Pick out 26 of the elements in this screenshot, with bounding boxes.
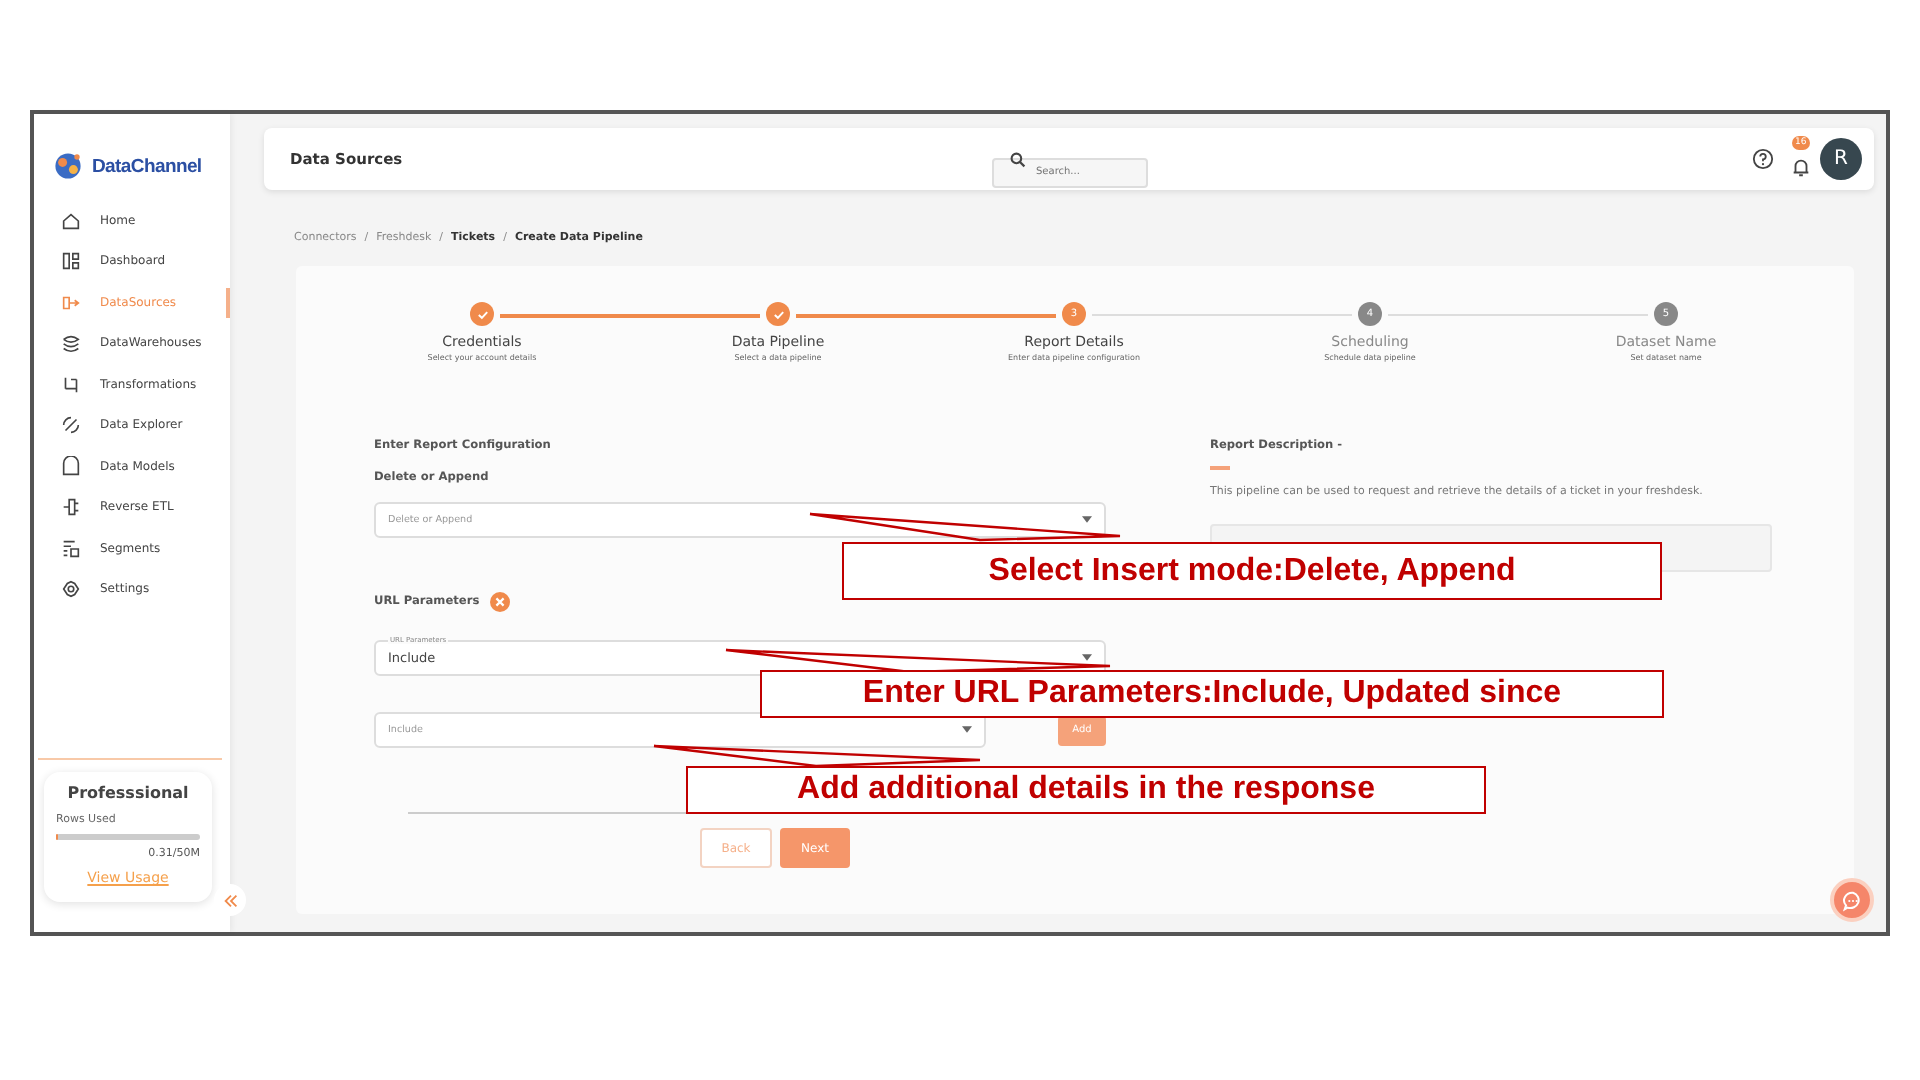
caret-icon xyxy=(1082,516,1092,524)
nav-icon xyxy=(60,537,82,560)
logo-icon xyxy=(50,148,86,184)
search-icon xyxy=(1010,151,1026,167)
nav-icon xyxy=(60,455,82,478)
logo-text: DataChannel xyxy=(92,155,202,177)
chat-icon xyxy=(1841,889,1863,911)
user-avatar[interactable]: R xyxy=(1820,138,1862,180)
remove-icon[interactable] xyxy=(489,592,510,612)
caret-icon xyxy=(1082,654,1092,662)
annotation-tooltip: Enter URL Parameters:Include, Updated since xyxy=(760,670,1664,718)
chevrons-icon xyxy=(221,891,239,909)
nav-icon xyxy=(60,291,82,314)
nav-icon xyxy=(60,209,82,232)
caret-icon xyxy=(962,726,972,734)
nav-icon xyxy=(60,496,82,519)
annotation-tooltip: Select Insert mode:Delete, Append xyxy=(842,542,1662,600)
plan-title: Professsional xyxy=(65,784,191,802)
nav-icon xyxy=(60,373,82,396)
nav-icon xyxy=(60,332,82,355)
annotation-tooltip: Add additional details in the response xyxy=(686,766,1486,814)
nav-icon xyxy=(60,578,82,601)
bell-icon[interactable] xyxy=(1790,156,1812,178)
help-icon[interactable] xyxy=(1752,148,1774,170)
nav-icon xyxy=(60,414,82,437)
nav-icon xyxy=(60,250,82,273)
